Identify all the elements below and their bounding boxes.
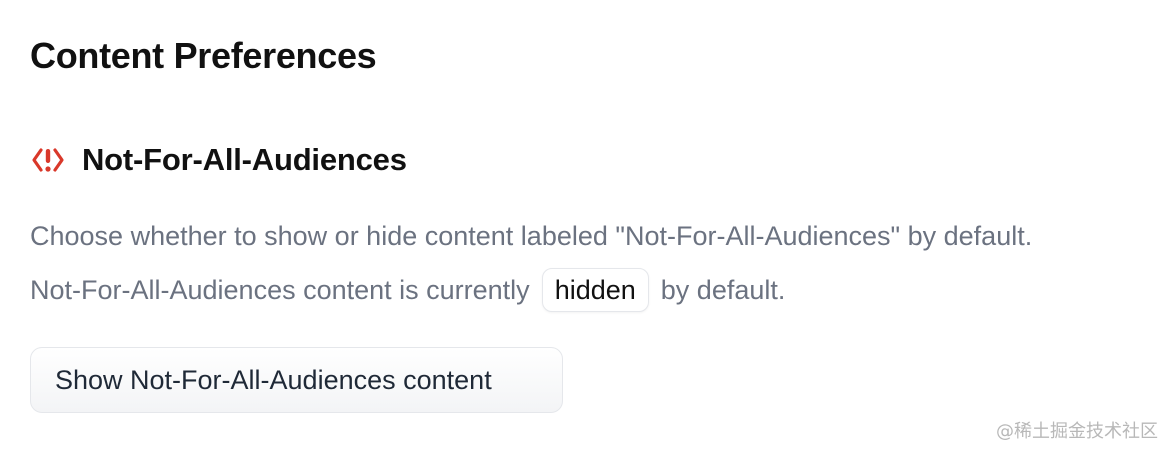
status-prefix: Not-For-All-Audiences content is current… [30,275,530,305]
section-title: Not-For-All-Audiences [82,142,407,177]
nsfw-section-header: Not-For-All-Audiences [30,140,407,180]
status-badge: hidden [541,268,649,312]
show-nsfw-content-button[interactable]: Show Not-For-All-Audiences content [30,347,563,413]
watermark: @稀土掘金技术社区 [996,421,1158,442]
status-line: Not-For-All-Audiences content is current… [30,268,785,312]
status-suffix: by default. [660,275,786,305]
page-title: Content Preferences [30,35,377,76]
alert-octagon-icon [30,142,66,178]
section-description: Choose whether to show or hide content l… [30,221,1033,251]
